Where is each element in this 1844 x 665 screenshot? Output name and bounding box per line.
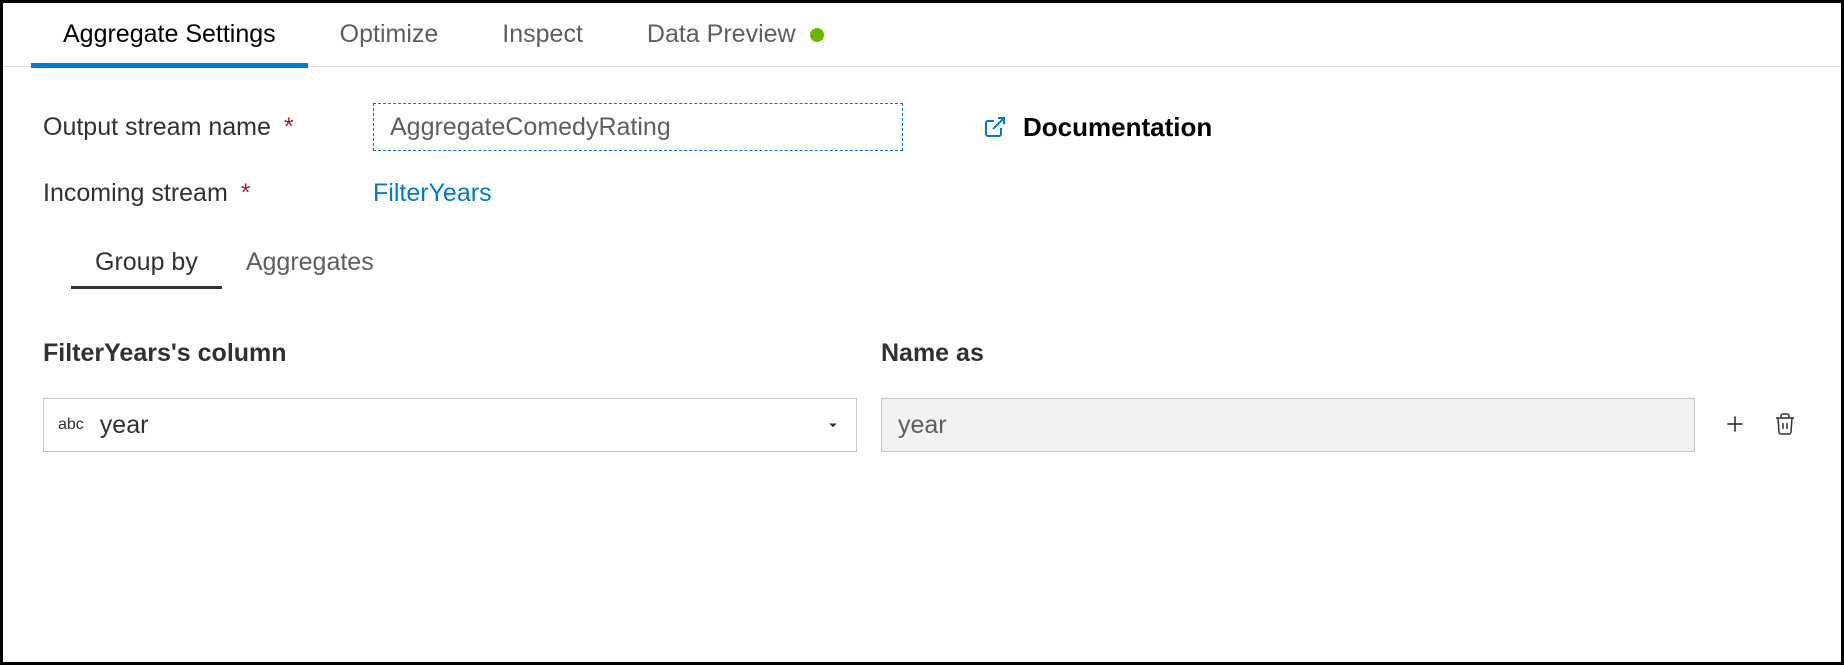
delete-row-button[interactable] xyxy=(1769,408,1801,440)
tab-optimize[interactable]: Optimize xyxy=(308,3,471,67)
column-select-value: year xyxy=(100,411,149,440)
plus-icon xyxy=(1722,411,1748,437)
trash-icon xyxy=(1773,412,1797,436)
name-as-col: Name as xyxy=(881,339,1695,452)
tab-data-preview-label: Data Preview xyxy=(647,20,796,49)
tab-aggregate-settings[interactable]: Aggregate Settings xyxy=(31,3,308,67)
column-selector-col: FilterYears's column abc year xyxy=(43,339,857,452)
tab-inspect[interactable]: Inspect xyxy=(470,3,615,67)
documentation-link[interactable]: Documentation xyxy=(983,112,1212,143)
sub-tab-aggregates[interactable]: Aggregates xyxy=(222,238,398,289)
name-as-header: Name as xyxy=(881,339,1695,368)
output-stream-label: Output stream name * xyxy=(43,113,373,142)
add-row-button[interactable] xyxy=(1719,408,1751,440)
status-dot-icon xyxy=(810,28,824,42)
column-select[interactable]: abc year xyxy=(43,398,857,452)
row-actions xyxy=(1719,339,1801,452)
sub-tabs: Group by Aggregates xyxy=(71,238,1801,289)
name-as-input[interactable] xyxy=(881,398,1695,452)
content-area: Output stream name * Documentation Incom… xyxy=(3,67,1841,488)
documentation-label: Documentation xyxy=(1023,112,1212,143)
chevron-down-icon xyxy=(824,416,842,434)
incoming-stream-value[interactable]: FilterYears xyxy=(373,179,492,208)
type-badge-abc: abc xyxy=(58,416,84,434)
tab-data-preview[interactable]: Data Preview xyxy=(615,3,856,67)
incoming-stream-row: Incoming stream * FilterYears xyxy=(43,179,1801,208)
incoming-stream-label: Incoming stream * xyxy=(43,179,373,208)
group-by-row: FilterYears's column abc year Name as xyxy=(43,339,1801,452)
external-link-icon xyxy=(983,115,1007,139)
column-header: FilterYears's column xyxy=(43,339,857,368)
output-stream-input[interactable] xyxy=(373,103,903,151)
sub-tab-group-by[interactable]: Group by xyxy=(71,238,222,289)
required-asterisk: * xyxy=(241,179,251,207)
top-tabs: Aggregate Settings Optimize Inspect Data… xyxy=(3,3,1841,67)
output-stream-label-text: Output stream name xyxy=(43,113,271,141)
incoming-stream-label-text: Incoming stream xyxy=(43,179,228,207)
required-asterisk: * xyxy=(284,113,294,141)
output-stream-row: Output stream name * Documentation xyxy=(43,103,1801,151)
column-select-left: abc year xyxy=(58,411,148,440)
